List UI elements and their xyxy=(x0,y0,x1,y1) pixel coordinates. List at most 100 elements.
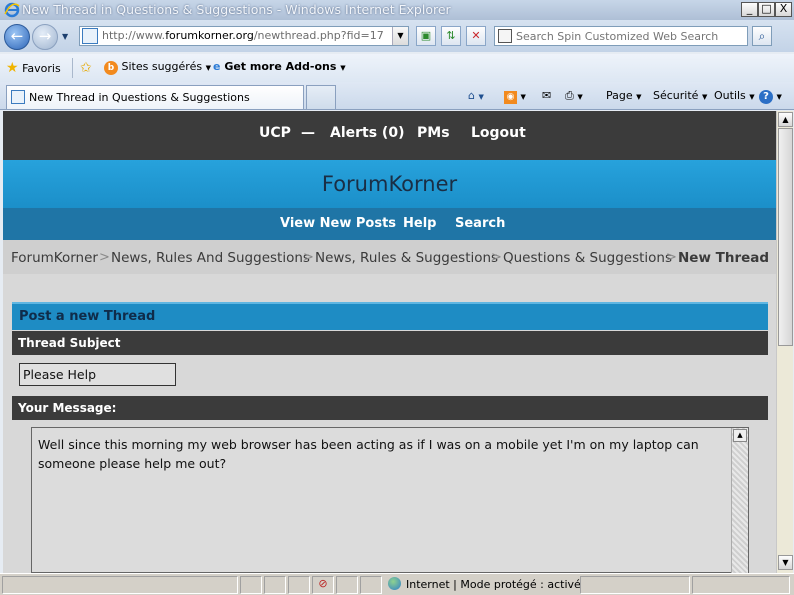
site-favicon-icon xyxy=(82,28,98,44)
navigation-bar: ← → ▼ http://www.forumkorner.org/newthre… xyxy=(0,20,794,52)
pms-link[interactable]: PMs xyxy=(417,125,450,141)
chevron-down-icon: ▼ xyxy=(340,64,346,72)
tab-new-thread[interactable]: New Thread in Questions & Suggestions xyxy=(6,85,304,109)
tools-menu[interactable]: Outils ▼ xyxy=(714,89,755,102)
arrow-left-icon: ← xyxy=(10,27,24,45)
scroll-up-icon[interactable]: ▲ xyxy=(778,112,793,127)
favorites-button[interactable]: ★ Favoris xyxy=(6,60,61,76)
add-favorite-button[interactable]: ✩ xyxy=(80,60,92,76)
breadcrumb-item-questions-suggestions[interactable]: Questions & Suggestions xyxy=(503,250,672,266)
zoom-pane[interactable] xyxy=(692,576,790,594)
view-new-posts-link[interactable]: View New Posts xyxy=(280,216,396,231)
scroll-down-icon[interactable]: ▼ xyxy=(778,555,793,570)
address-dropdown-icon[interactable]: ▼ xyxy=(392,27,408,45)
breadcrumb-separator: > xyxy=(99,250,110,265)
page-menu[interactable]: Page ▼ xyxy=(606,89,642,102)
site-favicon-icon xyxy=(11,90,25,104)
message-scrollbar[interactable]: ▲ xyxy=(731,428,748,573)
search-box[interactable] xyxy=(494,26,748,46)
post-thread-title: Post a new Thread xyxy=(19,309,156,324)
popup-blocker-icon[interactable]: ⊘ xyxy=(312,576,334,594)
security-menu[interactable]: Sécurité ▼ xyxy=(653,89,707,102)
suggested-sites-button[interactable]: b Sites suggérés ▼ xyxy=(104,60,211,75)
url-prefix: http://www. xyxy=(102,29,166,42)
breadcrumb-item-forumkorner[interactable]: ForumKorner xyxy=(11,250,98,266)
breadcrumb-item-news-rules-suggestions[interactable]: News, Rules & Suggestions xyxy=(315,250,498,266)
scrollbar-thumb[interactable] xyxy=(778,128,793,346)
feeds-button[interactable]: ◉ ▼ xyxy=(504,89,526,104)
status-text-pane xyxy=(2,576,238,594)
search-input[interactable] xyxy=(516,28,744,44)
chevron-down-icon: ▼ xyxy=(701,93,708,101)
breadcrumb-separator: > xyxy=(666,250,677,265)
site-banner: ForumKorner xyxy=(3,160,776,208)
maximize-button[interactable]: □ xyxy=(758,2,775,17)
minimize-button[interactable]: _ xyxy=(741,2,758,17)
chevron-down-icon: ▼ xyxy=(520,93,526,101)
nav-separator: — xyxy=(301,125,315,141)
page-scrollbar[interactable]: ▲ ▼ xyxy=(776,111,793,573)
ucp-link[interactable]: UCP xyxy=(259,125,291,141)
status-pane xyxy=(580,576,690,594)
logout-link[interactable]: Logout xyxy=(471,125,526,141)
mail-icon: ✉ xyxy=(542,89,552,102)
breadcrumb-separator: > xyxy=(303,250,314,265)
thread-subject-header: Thread Subject xyxy=(12,331,768,355)
chevron-down-icon: ▼ xyxy=(749,93,755,101)
refresh-icon: ⇅ xyxy=(446,29,456,42)
message-textarea[interactable]: Well since this morning my web browser h… xyxy=(31,427,749,573)
alerts-link[interactable]: Alerts (0) xyxy=(330,125,404,141)
close-button[interactable]: X xyxy=(775,2,792,17)
forward-button[interactable]: → xyxy=(32,24,58,50)
back-button[interactable]: ← xyxy=(4,24,30,50)
status-bar: ⊘ Internet | Mode protégé : activé xyxy=(0,573,794,595)
thread-subject-input[interactable] xyxy=(19,363,176,386)
recent-pages-dropdown[interactable]: ▼ xyxy=(62,32,68,41)
status-pane xyxy=(336,576,358,594)
printer-icon: ⎙ xyxy=(565,89,574,102)
message-label: Your Message: xyxy=(18,401,117,415)
chevron-down-icon: ▼ xyxy=(577,93,583,101)
scroll-up-icon[interactable]: ▲ xyxy=(733,429,747,442)
thread-subject-label: Thread Subject xyxy=(18,336,121,350)
security-menu-label: Sécurité xyxy=(653,89,699,102)
read-mail-button[interactable]: ✉ xyxy=(542,89,551,102)
page-icon: ▣ xyxy=(420,29,432,42)
status-pane xyxy=(360,576,382,594)
help-button[interactable]: ? ▼ xyxy=(759,89,782,104)
magnifier-icon: ⌕ xyxy=(758,29,766,43)
home-button[interactable]: ⌂ ▼ xyxy=(468,89,484,102)
new-tab-button[interactable] xyxy=(306,85,336,109)
site-title[interactable]: ForumKorner xyxy=(3,172,776,196)
get-more-addons-button[interactable]: e Get more Add-ons ▼ xyxy=(213,60,346,73)
url-path: /newthread.php?fid=17 xyxy=(253,29,384,42)
get-more-addons-label: Get more Add-ons xyxy=(224,60,337,73)
message-text: Well since this morning my web browser h… xyxy=(38,437,699,471)
chevron-down-icon: ▼ xyxy=(636,93,642,101)
home-icon: ⌂ xyxy=(468,89,475,102)
address-url[interactable]: http://www.forumkorner.org/newthread.php… xyxy=(102,29,384,42)
status-pane xyxy=(264,576,286,594)
favorites-bar: ★ Favoris ✩ b Sites suggérés ▼ e Get mor… xyxy=(0,54,794,82)
help-icon: ? xyxy=(759,90,773,104)
star-icon: ★ xyxy=(6,60,19,76)
stop-button[interactable]: ✕ xyxy=(466,26,486,46)
internet-explorer-icon xyxy=(4,2,20,18)
breadcrumb: ForumKorner > News, Rules And Suggestion… xyxy=(3,240,776,274)
breadcrumb-item-news-rules-and-suggestions[interactable]: News, Rules And Suggestions xyxy=(111,250,310,266)
page-menu-label: Page xyxy=(606,89,633,102)
help-link[interactable]: Help xyxy=(403,216,436,231)
compatibility-view-button[interactable]: ▣ xyxy=(416,26,436,46)
window-title: New Thread in Questions & Suggestions - … xyxy=(22,2,451,17)
print-button[interactable]: ⎙ ▼ xyxy=(565,89,583,103)
ie-addons-icon: e xyxy=(213,60,221,73)
tab-bar: New Thread in Questions & Suggestions ⌂ … xyxy=(0,82,794,110)
address-bar[interactable]: http://www.forumkorner.org/newthread.php… xyxy=(79,26,409,46)
search-button[interactable]: ⌕ xyxy=(752,26,772,46)
chevron-down-icon: ▼ xyxy=(776,93,782,101)
refresh-button[interactable]: ⇅ xyxy=(441,26,461,46)
page-viewport: UCP — Alerts (0) PMs Logout ForumKorner … xyxy=(3,111,776,573)
tab-label: New Thread in Questions & Suggestions xyxy=(29,91,250,104)
search-link[interactable]: Search xyxy=(455,216,505,231)
breadcrumb-current: New Thread xyxy=(678,250,770,266)
